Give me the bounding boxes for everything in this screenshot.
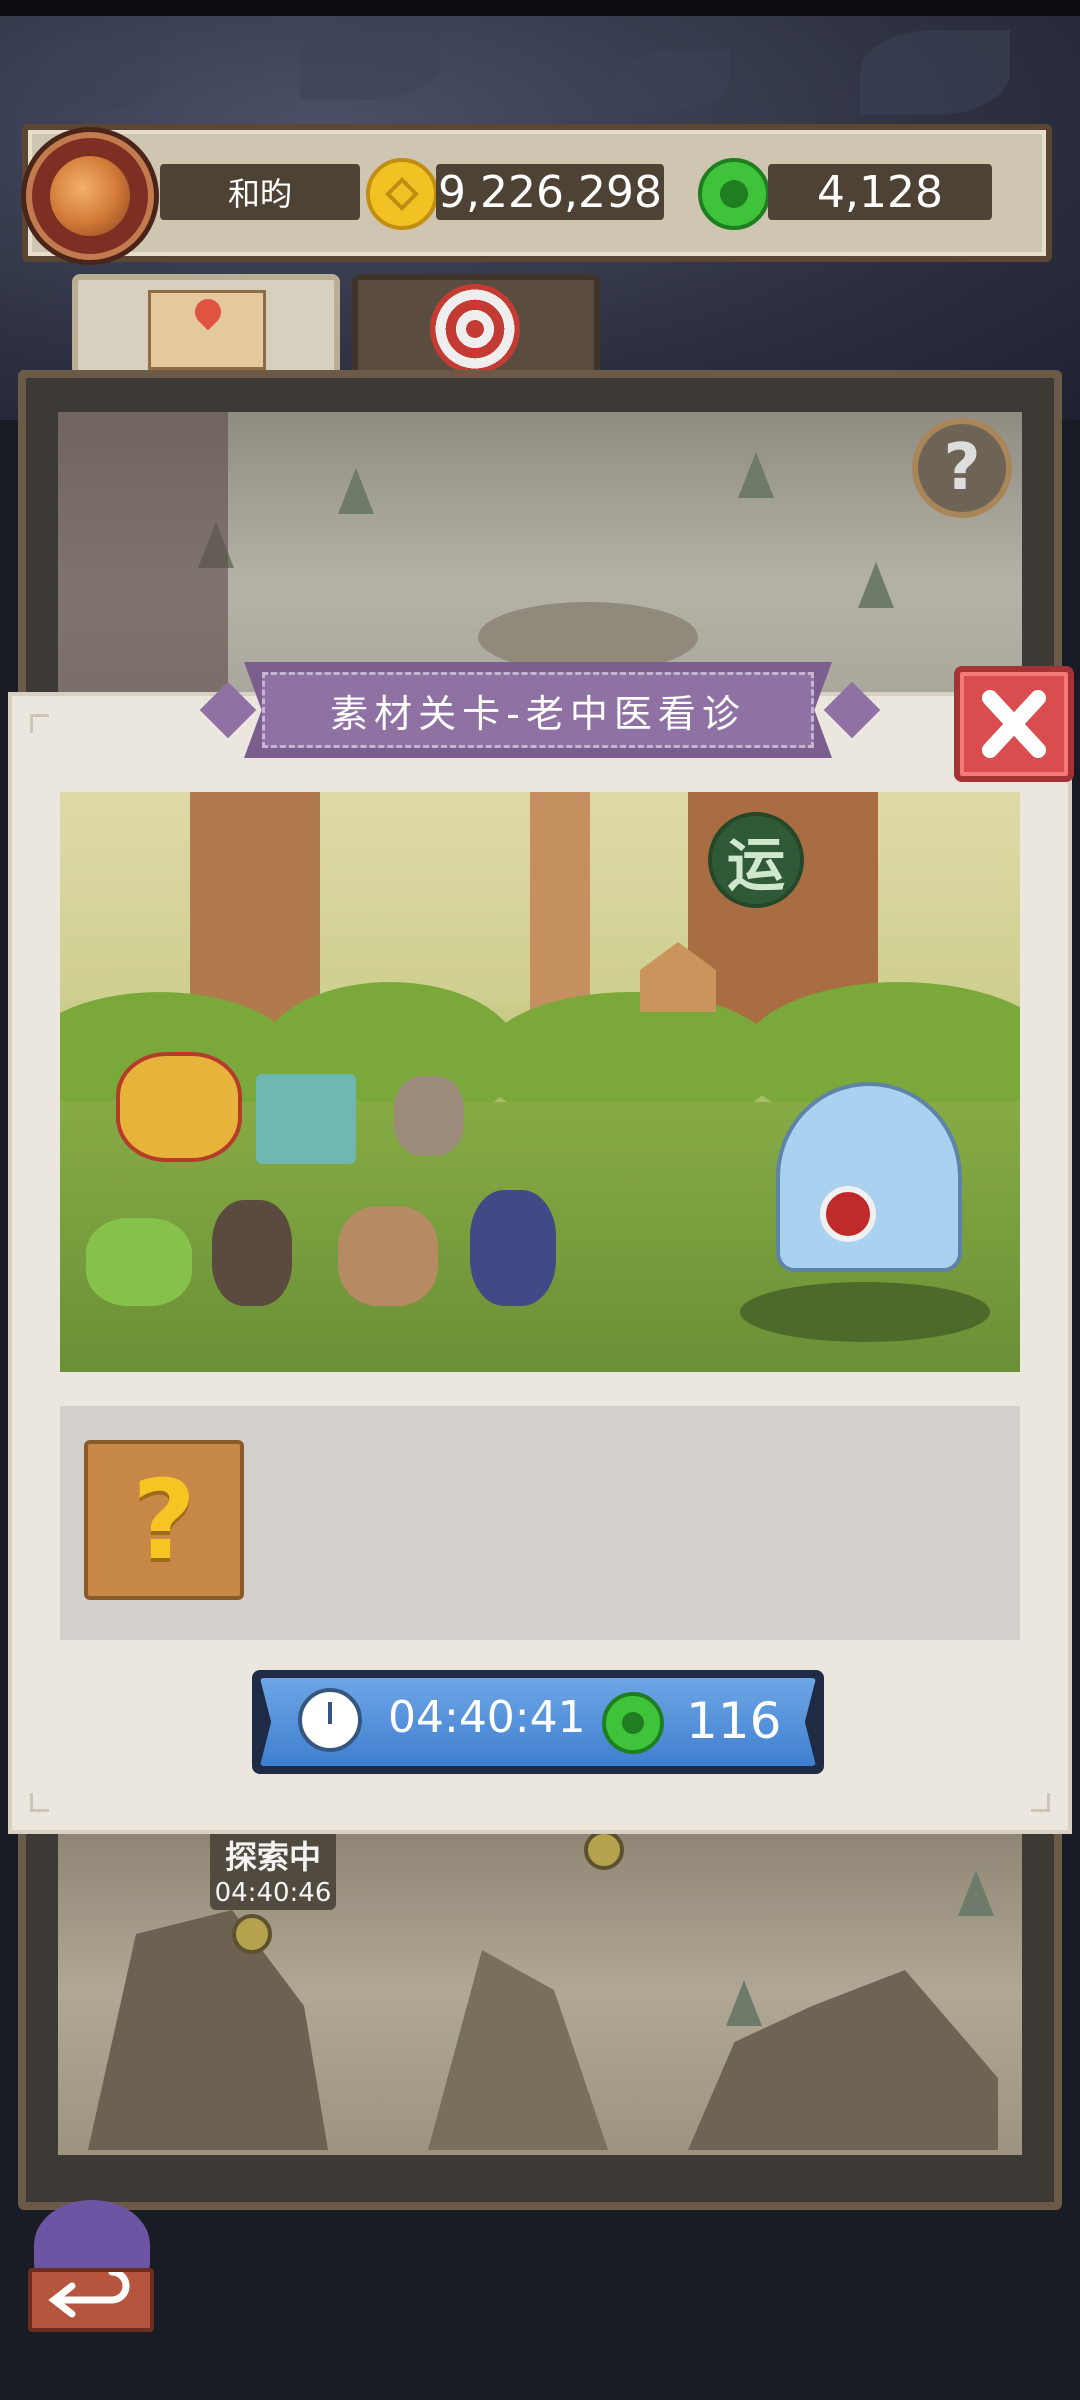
fortune-badge: 运 xyxy=(708,812,804,908)
boss-monster[interactable] xyxy=(776,1082,962,1272)
map-icon xyxy=(148,290,266,370)
rock-decoration xyxy=(428,1950,608,2150)
cost-value: 116 xyxy=(686,1692,782,1750)
hero-character[interactable] xyxy=(470,1190,556,1306)
exploring-label: 探索中 xyxy=(224,1838,321,1876)
map-area-bottom[interactable] xyxy=(58,1830,1022,2155)
close-icon xyxy=(982,690,1046,758)
hero-character[interactable] xyxy=(116,1052,242,1162)
mystery-reward-chest[interactable]: ? xyxy=(84,1440,244,1600)
tab-map[interactable] xyxy=(72,274,340,384)
status-bar xyxy=(0,0,1080,16)
boss-eye xyxy=(820,1186,876,1242)
hero-character[interactable] xyxy=(256,1074,356,1164)
stone-platform xyxy=(478,602,698,672)
leaf-decoration xyxy=(860,30,1010,115)
stage-scene: 运 xyxy=(60,792,1020,1372)
jade-coin-count: 4,128 xyxy=(768,164,992,220)
tree-decoration xyxy=(738,452,774,498)
jade-coin-icon xyxy=(602,1692,664,1754)
tree-trunk xyxy=(530,792,590,1022)
help-button[interactable]: ? xyxy=(912,418,1012,518)
map-node[interactable] xyxy=(232,1914,272,1954)
leaf-decoration xyxy=(40,40,160,110)
cliff-decoration xyxy=(88,1910,328,2150)
jade-coin-icon xyxy=(698,158,770,230)
exploring-status: 探索中 04:40:46 xyxy=(210,1828,336,1910)
map-area-top[interactable] xyxy=(58,412,1022,702)
hero-character[interactable] xyxy=(394,1076,464,1156)
gourd-icon xyxy=(50,156,130,236)
hero-character[interactable] xyxy=(338,1206,438,1306)
dark-pattern xyxy=(58,412,228,702)
hero-character[interactable] xyxy=(212,1200,292,1306)
back-arrow-icon xyxy=(28,2268,154,2332)
player-name: 和昀 xyxy=(160,164,360,220)
map-node[interactable] xyxy=(584,1830,624,1870)
stopwatch-icon xyxy=(298,1688,362,1752)
exploring-timer: 04:40:46 xyxy=(214,1878,332,1908)
target-icon xyxy=(430,284,520,374)
tree-decoration xyxy=(726,1980,762,2026)
gold-coin-count: 9,226,298 xyxy=(436,164,664,220)
gold-coin-icon xyxy=(366,158,438,230)
tree-decoration xyxy=(338,468,374,514)
close-button[interactable] xyxy=(954,666,1074,782)
dialog-title: 素材关卡-老中医看诊 xyxy=(262,672,814,748)
tab-target[interactable] xyxy=(352,274,600,384)
tree-decoration xyxy=(858,562,894,608)
player-avatar[interactable] xyxy=(26,132,154,260)
leaf-decoration xyxy=(300,20,440,100)
tree-decoration xyxy=(958,1870,994,1916)
hero-character[interactable] xyxy=(86,1218,192,1306)
leaf-decoration xyxy=(620,50,730,110)
boss-shadow xyxy=(740,1282,990,1342)
back-button[interactable] xyxy=(22,2192,162,2342)
timer-value: 04:40:41 xyxy=(388,1692,586,1743)
